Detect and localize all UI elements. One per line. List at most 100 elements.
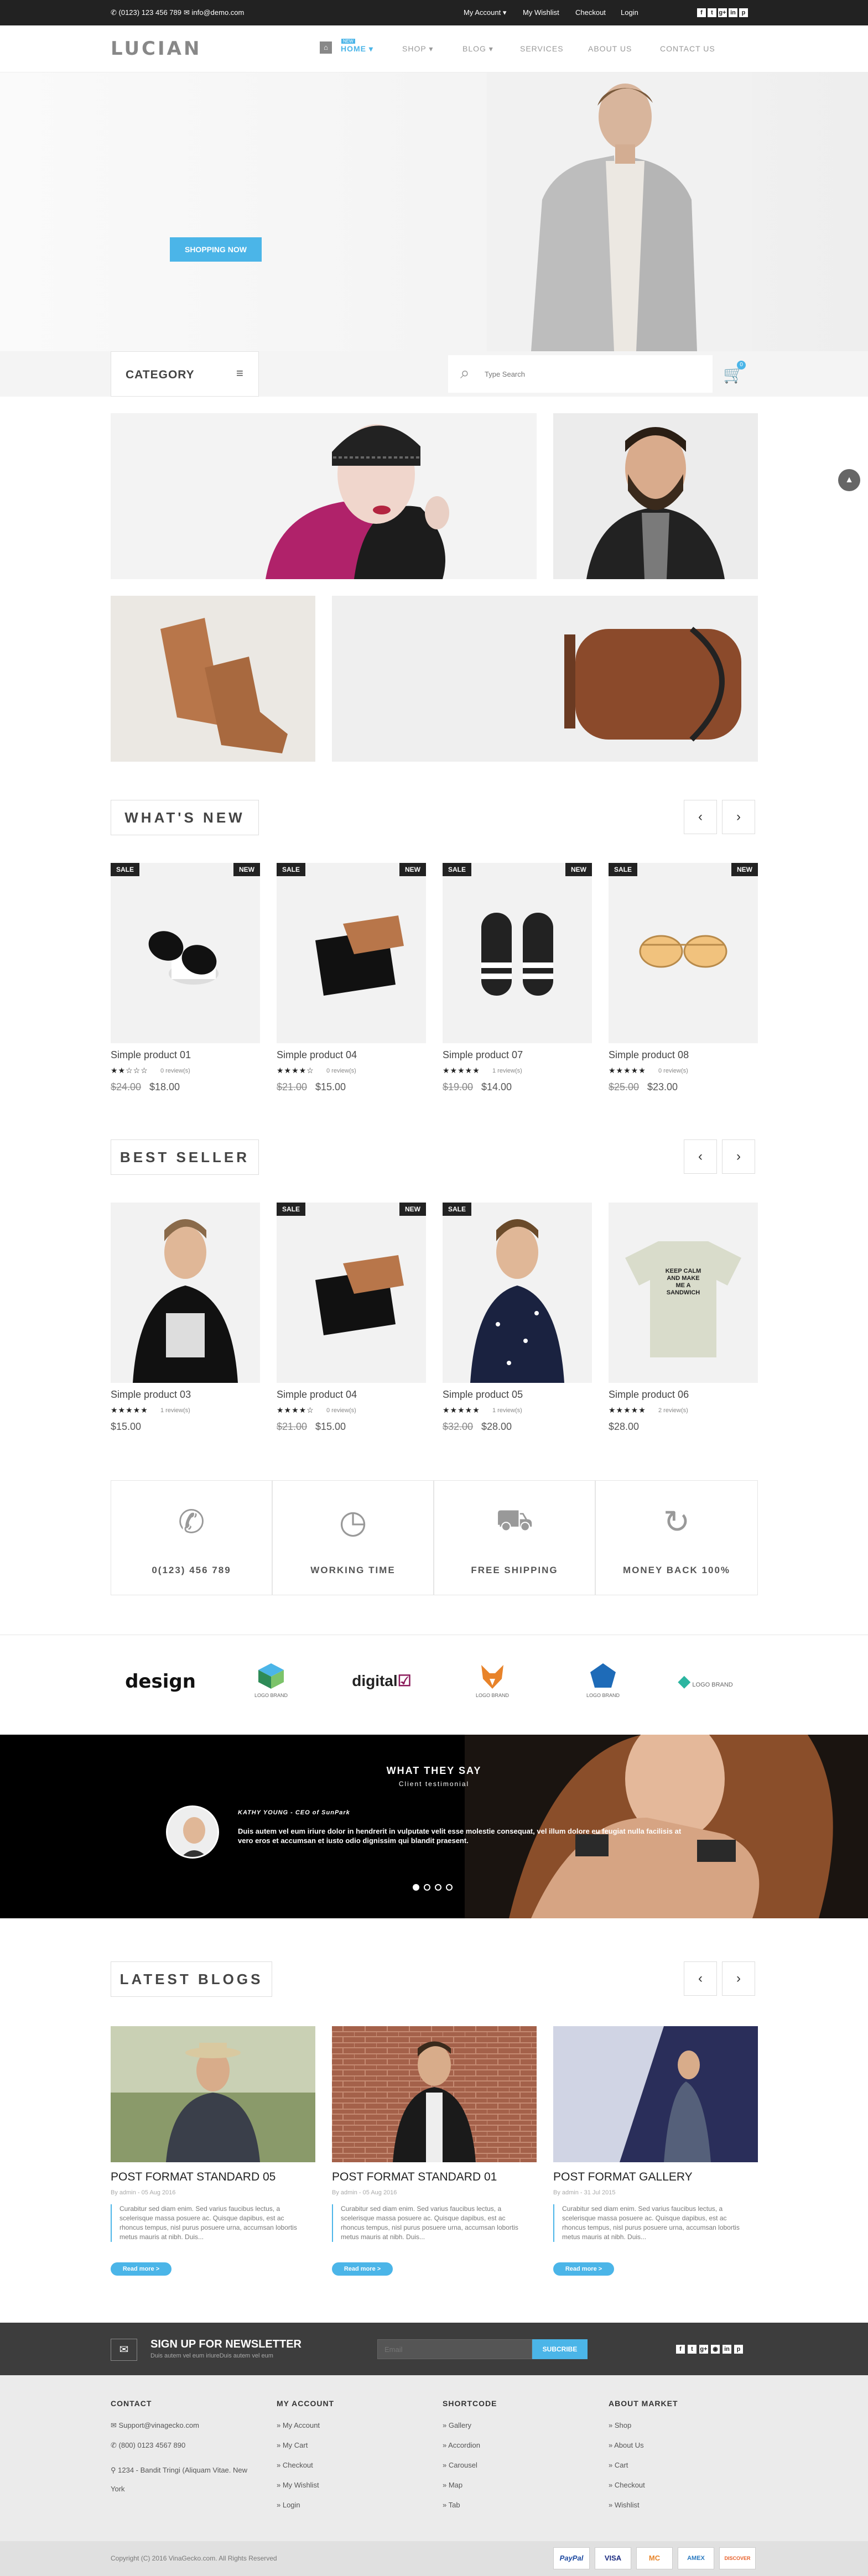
nav-home[interactable]: HOME ▾ [341,44,373,54]
category-dropdown[interactable]: CATEGORY ≡ [111,351,259,397]
blog-title[interactable]: POST FORMAT STANDARD 01 [332,2171,497,2184]
blog-title[interactable]: POST FORMAT GALLERY [553,2171,693,2184]
footer-link[interactable]: » My Wishlist [277,2481,319,2489]
slider-dot[interactable] [435,1884,441,1891]
banner-woman-beanie[interactable] [111,413,537,579]
brand-logo-design[interactable]: design [111,1659,210,1704]
footer-link[interactable]: » Carousel [443,2461,477,2469]
nav-shop[interactable]: SHOP ▾ [402,44,433,54]
nav-services[interactable]: SERVICES [520,44,564,53]
best-seller-next-button[interactable]: › [722,1139,755,1174]
footer-link[interactable]: » Tab [443,2501,460,2509]
slider-dot-active[interactable] [413,1884,419,1891]
pinterest-icon[interactable]: p [734,2345,743,2354]
product-card-image[interactable] [443,863,592,1043]
read-more-button[interactable]: Read more > [553,2262,614,2276]
banner-bearded-man[interactable] [553,413,758,579]
footer-link[interactable]: » About Us [609,2441,644,2449]
checkout-link[interactable]: Checkout [575,8,606,17]
product-name[interactable]: Simple product 05 [443,1389,523,1401]
product-name[interactable]: Simple product 08 [609,1049,689,1061]
footer-link[interactable]: » My Account [277,2421,320,2429]
home-icon[interactable]: ⌂ [320,41,332,54]
footer-email[interactable]: ✉ Support@vinagecko.com [111,2421,199,2430]
footer-link[interactable]: » Map [443,2481,462,2489]
blogs-next-button[interactable]: › [722,1961,755,1996]
whats-new-next-button[interactable]: › [722,800,755,834]
product-card-image[interactable] [609,863,758,1043]
slider-dot[interactable] [424,1884,430,1891]
blogs-prev-button[interactable]: ‹ [684,1961,717,1996]
facebook-icon[interactable]: f [676,2345,685,2354]
product-card-image[interactable] [111,863,260,1043]
brand-logo-cube[interactable]: LOGO BRAND [221,1659,321,1704]
google-plus-icon[interactable]: g+ [718,8,727,17]
google-plus-icon[interactable]: g+ [699,2345,708,2354]
linkedin-icon[interactable]: in [729,8,737,17]
blog-man-hat-image [111,2026,315,2162]
newsletter-email-input[interactable] [377,2339,532,2359]
whats-new-prev-button[interactable]: ‹ [684,800,717,834]
shopping-now-button[interactable]: SHOPPING NOW [170,237,262,262]
banner-bag[interactable] [332,596,758,762]
blog-image[interactable] [553,2026,758,2162]
brand-logo-digital[interactable]: digital☑ [332,1659,432,1704]
blog-image[interactable] [332,2026,537,2162]
leather-bag-image [332,596,758,762]
read-more-button[interactable]: Read more > [111,2262,171,2276]
feature-free-shipping: ⛟ FREE SHIPPING [434,1480,595,1595]
product-card-image[interactable]: KEEP CALM AND MAKE ME A SANDWICH [609,1203,758,1383]
banner-boots[interactable] [111,596,315,762]
rss-icon[interactable]: ◉ [711,2345,720,2354]
product-name[interactable]: Simple product 07 [443,1049,523,1061]
twitter-icon[interactable]: t [708,8,716,17]
nav-about-us[interactable]: ABOUT US [588,44,632,53]
product-card-image[interactable] [111,1203,260,1383]
nav-contact-us[interactable]: CONTACT US [660,44,715,53]
man-shirt-image [443,1203,592,1383]
blog-title[interactable]: POST FORMAT STANDARD 05 [111,2171,276,2184]
product-card-image[interactable] [443,1203,592,1383]
pinterest-icon[interactable]: p [739,8,748,17]
nav-blog[interactable]: BLOG ▾ [462,44,493,54]
scroll-top-button[interactable]: ▲ [838,469,860,491]
old-price: $32.00 [443,1421,474,1432]
my-wishlist-link[interactable]: My Wishlist [523,8,559,17]
linkedin-icon[interactable]: in [723,2345,731,2354]
footer-link[interactable]: » Accordion [443,2441,480,2449]
site-logo[interactable]: LUCIAN [111,38,201,60]
brand-logo-pentagon[interactable]: LOGO BRAND [553,1659,653,1704]
facebook-icon[interactable]: f [697,8,706,17]
category-label: CATEGORY [126,368,195,381]
subscribe-button[interactable]: SUBCRIBE [532,2339,588,2359]
rating-stars: ★★★★★ [443,1066,480,1075]
search-icon[interactable]: ⌕ [460,364,470,383]
best-seller-prev-button[interactable]: ‹ [684,1139,717,1174]
product-name[interactable]: Simple product 03 [111,1389,191,1401]
twitter-icon[interactable]: t [688,2345,697,2354]
product-name[interactable]: Simple product 01 [111,1049,191,1061]
footer-link[interactable]: » Checkout [277,2461,313,2469]
footer-link[interactable]: » Wishlist [609,2501,640,2509]
footer-link[interactable]: » Gallery [443,2421,471,2429]
blog-image[interactable] [111,2026,315,2162]
product-name[interactable]: Simple product 04 [277,1389,357,1401]
search-input[interactable] [485,366,700,382]
my-account-link[interactable]: My Account ▾ [464,8,506,17]
slider-dot[interactable] [446,1884,453,1891]
footer-link[interactable]: » Shop [609,2421,631,2429]
footer-link[interactable]: » Checkout [609,2481,645,2489]
footer-link[interactable]: » Login [277,2501,300,2509]
brand-logo-diamond[interactable]: ◆ LOGO BRAND [653,1659,758,1704]
diamond-logo-icon: ◆ [678,1672,691,1690]
read-more-button[interactable]: Read more > [332,2262,393,2276]
product-name[interactable]: Simple product 06 [609,1389,689,1401]
brand-logo-fox[interactable]: LOGO BRAND [443,1659,542,1704]
login-link[interactable]: Login [621,8,638,17]
footer-link[interactable]: » Cart [609,2461,628,2469]
product-name[interactable]: Simple product 04 [277,1049,357,1061]
product-card-image[interactable] [277,863,426,1043]
footer-link[interactable]: » My Cart [277,2441,308,2449]
feature-money-back: ↻ MONEY BACK 100% [595,1480,758,1595]
product-card-image[interactable] [277,1203,426,1383]
